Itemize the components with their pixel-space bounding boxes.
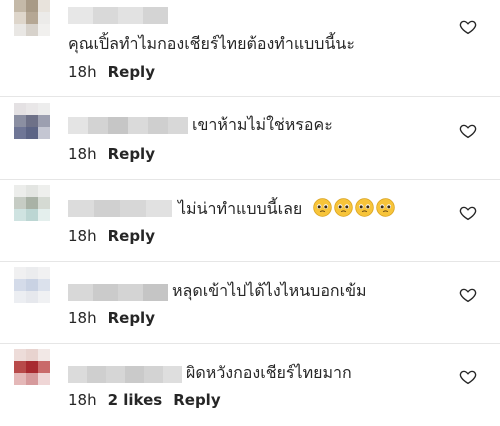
comment-item: ไม่น่าทำแบบนี้เลย 18h Reply	[0, 180, 500, 262]
pleading-face-emoji	[376, 198, 396, 217]
comment-item: คุณเปิ้ลทำไมกองเชียร์ไทยต้องทำแบบนี้นะ 1…	[0, 0, 500, 82]
username-blurred[interactable]	[68, 284, 168, 301]
comment-meta: 18h Reply	[68, 62, 155, 82]
pleading-face-emoji	[355, 198, 375, 217]
comment-timestamp[interactable]: 18h	[68, 226, 97, 246]
heart-icon[interactable]	[459, 368, 477, 386]
comment-item: ผิดหวังกองเชียร์ไทยมาก 18h 2 likes Reply	[0, 344, 500, 426]
username-blurred[interactable]	[68, 200, 172, 217]
heart-icon[interactable]	[459, 122, 477, 140]
comment-text: ไม่น่าทำแบบนี้เลย	[178, 198, 397, 219]
avatar[interactable]	[14, 103, 50, 139]
comment-meta: 18h Reply	[68, 308, 155, 328]
comment-text: หลุดเข้าไปได้ไงไหนบอกเข้ม	[172, 281, 367, 300]
comment-timestamp[interactable]: 18h	[68, 144, 97, 164]
comment-timestamp[interactable]: 18h	[68, 390, 97, 410]
avatar[interactable]	[14, 267, 50, 303]
pleading-face-emoji	[313, 198, 333, 217]
likes-count[interactable]: 2 likes	[108, 390, 163, 410]
comment-meta: 18h Reply	[68, 144, 155, 164]
heart-icon[interactable]	[459, 286, 477, 304]
username-blurred[interactable]	[68, 117, 188, 134]
comment-item: หลุดเข้าไปได้ไงไหนบอกเข้ม 18h Reply	[0, 262, 500, 344]
comment-text: เขาห้ามไม่ใช่หรอคะ	[192, 115, 333, 134]
pleading-face-emoji	[334, 198, 354, 217]
username-blurred[interactable]	[68, 7, 168, 24]
comment-meta: 18h 2 likes Reply	[68, 390, 221, 410]
reply-button[interactable]: Reply	[108, 226, 155, 246]
comment-timestamp[interactable]: 18h	[68, 308, 97, 328]
avatar[interactable]	[14, 185, 50, 221]
comment-meta: 18h Reply	[68, 226, 155, 246]
comment-text-content: ไม่น่าทำแบบนี้เลย	[178, 199, 303, 218]
reply-button[interactable]: Reply	[108, 308, 155, 328]
emoji-group	[313, 198, 397, 218]
username-blurred[interactable]	[68, 366, 182, 383]
reply-button[interactable]: Reply	[173, 390, 220, 410]
avatar[interactable]	[14, 349, 50, 385]
heart-icon[interactable]	[459, 18, 477, 36]
heart-icon[interactable]	[459, 204, 477, 222]
avatar[interactable]	[14, 0, 50, 36]
comment-text: คุณเปิ้ลทำไมกองเชียร์ไทยต้องทำแบบนี้นะ	[68, 34, 355, 53]
reply-button[interactable]: Reply	[108, 144, 155, 164]
comment-item: เขาห้ามไม่ใช่หรอคะ 18h Reply	[0, 97, 500, 179]
comment-text: ผิดหวังกองเชียร์ไทยมาก	[186, 363, 352, 382]
reply-button[interactable]: Reply	[108, 62, 155, 82]
comment-timestamp[interactable]: 18h	[68, 62, 97, 82]
